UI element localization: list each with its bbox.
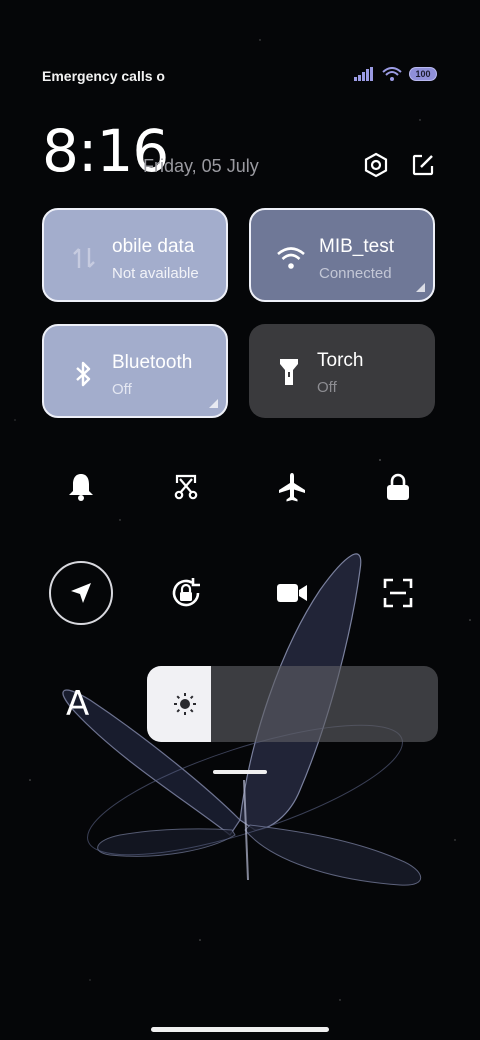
- location-toggle[interactable]: [49, 561, 113, 625]
- torch-icon: [271, 354, 307, 390]
- wifi-tile-title: MIB_test: [319, 236, 394, 257]
- signal-icon: [354, 67, 373, 81]
- wifi-tile[interactable]: MIB_test Connected: [249, 208, 435, 302]
- mobile-data-title: obile data: [112, 236, 195, 257]
- scan-icon: [383, 578, 413, 608]
- screen-lock-toggle[interactable]: [366, 455, 430, 519]
- panel-drag-handle[interactable]: [213, 770, 267, 774]
- scanner-toggle[interactable]: [366, 561, 430, 625]
- wifi-tile-icon: [273, 240, 309, 276]
- carrier-status-text: Emergency calls o: [42, 68, 165, 84]
- status-icons: 100: [354, 67, 436, 81]
- data-arrows-icon: [66, 240, 102, 276]
- expand-corner-icon[interactable]: [209, 399, 218, 408]
- bluetooth-tile[interactable]: Bluetooth Off: [42, 324, 228, 418]
- torch-status: Off: [317, 379, 337, 396]
- bluetooth-title: Bluetooth: [112, 352, 193, 373]
- brightness-slider[interactable]: [147, 666, 438, 742]
- expand-corner-icon[interactable]: [416, 283, 425, 292]
- font-size-button[interactable]: A: [66, 684, 89, 724]
- sun-icon: [174, 693, 196, 715]
- wifi-icon: [382, 67, 402, 81]
- location-icon: [71, 583, 91, 603]
- torch-title: Torch: [317, 350, 364, 371]
- bell-icon: [69, 474, 93, 501]
- mobile-data-tile[interactable]: obile data Not available: [42, 208, 228, 302]
- sound-toggle[interactable]: [49, 455, 113, 519]
- edit-button[interactable]: [408, 150, 438, 180]
- screenshot-cut-icon: [174, 474, 198, 500]
- lock-icon: [387, 473, 409, 500]
- screenshot-toggle[interactable]: [154, 455, 218, 519]
- home-indicator[interactable]: [151, 1027, 329, 1032]
- settings-button[interactable]: [361, 150, 391, 180]
- settings-icon: [364, 152, 388, 178]
- wifi-tile-status: Connected: [319, 265, 392, 282]
- bluetooth-icon: [66, 356, 102, 392]
- bluetooth-status: Off: [112, 381, 132, 398]
- video-camera-icon: [277, 584, 307, 602]
- torch-tile[interactable]: Torch Off: [249, 324, 435, 418]
- airplane-mode-toggle[interactable]: [260, 455, 324, 519]
- video-camera-toggle[interactable]: [260, 561, 324, 625]
- battery-icon: 100: [410, 68, 436, 80]
- rotation-lock-icon: [172, 578, 200, 607]
- rotation-lock-toggle[interactable]: [154, 561, 218, 625]
- airplane-icon: [279, 473, 305, 502]
- edit-icon: [412, 154, 434, 176]
- clock-date: Friday, 05 July: [143, 156, 259, 176]
- mobile-data-status: Not available: [112, 265, 199, 282]
